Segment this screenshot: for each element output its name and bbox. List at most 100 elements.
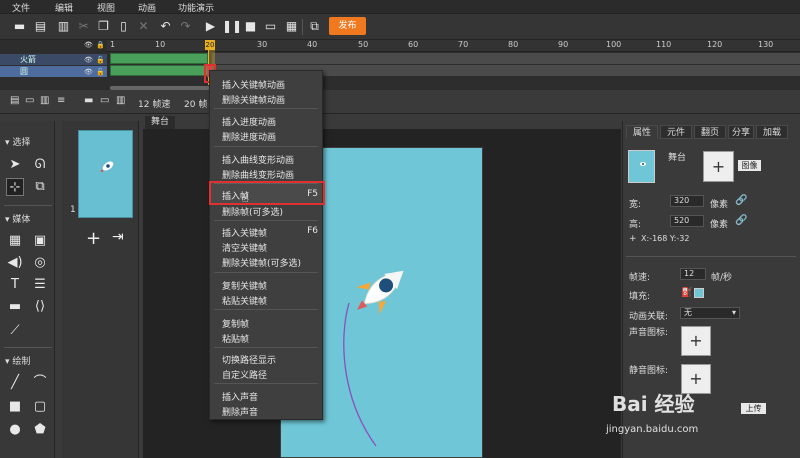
- save-icon[interactable]: ▥: [56, 19, 71, 34]
- export-icon[interactable]: ⧉: [307, 19, 322, 34]
- tab-pages[interactable]: 翻页: [694, 125, 726, 139]
- upload-button[interactable]: 上传: [741, 403, 766, 414]
- menu-item-insert-progress-anim[interactable]: 插入进度动画: [222, 115, 276, 128]
- sound-icon[interactable]: ◀): [6, 254, 24, 272]
- new-icon[interactable]: ▬: [12, 19, 27, 34]
- frame-track-rocket[interactable]: [110, 53, 208, 64]
- width-field[interactable]: 320: [670, 195, 704, 207]
- menu-item-insert-keyframe[interactable]: 插入关键帧: [222, 226, 267, 239]
- crop-icon[interactable]: ⧉: [31, 178, 49, 196]
- copy-icon[interactable]: ❐: [96, 19, 111, 34]
- pointer-icon[interactable]: ➤: [6, 156, 24, 174]
- lasso-icon[interactable]: ᘏ: [31, 156, 49, 174]
- redo-icon[interactable]: ↷: [178, 19, 193, 34]
- menu-item-delete-frame[interactable]: 删除帧(可多选): [222, 205, 283, 218]
- add-sound-icon-button[interactable]: +: [681, 326, 711, 356]
- menu-item-delete-keyframe-anim[interactable]: 删除关键帧动画: [222, 93, 285, 106]
- link-icon[interactable]: 🔗: [735, 195, 747, 206]
- image-icon[interactable]: ▣: [31, 232, 49, 250]
- empty-frames[interactable]: [212, 53, 800, 64]
- menu-item-delete-curve-anim[interactable]: 删除曲线变形动画: [222, 168, 294, 181]
- tab-properties[interactable]: 属性: [626, 125, 658, 139]
- menu-view[interactable]: 视图: [97, 1, 115, 14]
- trash-icon[interactable]: ▥: [40, 96, 50, 106]
- publish-button[interactable]: 发布: [329, 17, 366, 35]
- eye-icon[interactable]: 👁: [84, 67, 93, 78]
- polygon-icon[interactable]: ⬟: [31, 421, 49, 439]
- link-icon[interactable]: 🔗: [735, 215, 747, 226]
- undo-icon[interactable]: ↶: [158, 19, 173, 34]
- menu-item-insert-keyframe-anim[interactable]: 插入关键帧动画: [222, 78, 285, 91]
- transform-icon[interactable]: ⊹: [6, 178, 24, 196]
- menu-item-custom-path[interactable]: 自定义路径: [222, 368, 267, 381]
- circle-icon[interactable]: ●: [6, 421, 24, 439]
- video-icon[interactable]: ◎: [31, 254, 49, 272]
- frame-track-circle[interactable]: [110, 65, 208, 76]
- chart-icon[interactable]: ⟋: [6, 322, 24, 340]
- web-icon[interactable]: ▬: [6, 298, 24, 316]
- open-icon[interactable]: ▤: [33, 19, 48, 34]
- menu-item-copy-frame[interactable]: 复制帧: [222, 317, 249, 330]
- menu-item-toggle-path[interactable]: 切换路径显示: [222, 353, 276, 366]
- menu-item-delete-keyframe[interactable]: 删除关键帧(可多选): [222, 256, 301, 269]
- menu-file[interactable]: 文件: [12, 1, 30, 14]
- eye-icon[interactable]: 👁: [84, 55, 93, 66]
- import-scene-icon[interactable]: ⇥: [112, 229, 124, 245]
- add-scene-icon[interactable]: +: [86, 228, 101, 249]
- line-icon[interactable]: ╱: [6, 374, 24, 392]
- motion-path[interactable]: [343, 302, 377, 447]
- paste-icon[interactable]: ▯: [116, 19, 131, 34]
- preview-icon[interactable]: ▭: [263, 19, 278, 34]
- layer-row-rocket[interactable]: 火箭 👁 🔓: [0, 54, 107, 65]
- menu-animation[interactable]: 动画: [138, 1, 156, 14]
- rocket-icon[interactable]: [345, 257, 414, 323]
- stage-tab[interactable]: 舞台: [145, 116, 175, 129]
- scene-thumbnail[interactable]: [78, 130, 133, 218]
- document-icon[interactable]: ☰: [31, 276, 49, 294]
- rounded-rect-icon[interactable]: ▢: [31, 398, 49, 416]
- code-icon[interactable]: ⟨⟩: [31, 298, 49, 316]
- menu-item-clear-keyframe[interactable]: 清空关键帧: [222, 241, 267, 254]
- menu-item-insert-curve-anim[interactable]: 插入曲线变形动画: [222, 153, 294, 166]
- anim-link-select[interactable]: 无 ▾: [680, 307, 740, 319]
- tab-symbols[interactable]: 元件: [660, 125, 692, 139]
- pause-icon[interactable]: ❚❚: [222, 19, 242, 34]
- paint-bucket-icon[interactable]: ⛽: [681, 288, 692, 298]
- eye-icon[interactable]: 👁: [84, 41, 93, 49]
- play-icon[interactable]: ▶: [203, 19, 218, 34]
- onion-skin-icon[interactable]: ▭: [100, 96, 110, 106]
- menu-item-paste-keyframe[interactable]: 粘贴关键帧: [222, 294, 267, 307]
- frame-edit-icon[interactable]: ▥: [116, 96, 126, 106]
- menu-item-copy-keyframe[interactable]: 复制关键帧: [222, 279, 267, 292]
- stop-icon[interactable]: ■: [243, 19, 258, 34]
- menu-item-insert-sound[interactable]: 插入声音: [222, 390, 258, 403]
- curve-icon[interactable]: ⌒: [31, 374, 49, 392]
- fill-color-swatch[interactable]: [694, 288, 704, 298]
- menu-item-delete-sound[interactable]: 删除声音: [222, 405, 258, 418]
- add-layer-icon[interactable]: ▤: [10, 96, 20, 106]
- menu-edit[interactable]: 编辑: [55, 1, 73, 14]
- cut-icon[interactable]: ✂: [76, 19, 91, 34]
- menu-item-paste-frame[interactable]: 粘贴帧: [222, 332, 249, 345]
- lock-icon[interactable]: 🔓: [96, 55, 105, 66]
- menu-demo[interactable]: 功能演示: [178, 1, 214, 14]
- lock-icon[interactable]: 🔒: [96, 41, 105, 49]
- playhead-label[interactable]: 20: [205, 40, 215, 50]
- layer-options-icon[interactable]: ≡: [57, 96, 67, 106]
- add-folder-icon[interactable]: ▭: [25, 96, 35, 106]
- menu-item-delete-progress-anim[interactable]: 删除进度动画: [222, 130, 276, 143]
- add-image-button[interactable]: +: [703, 151, 734, 182]
- grid-icon[interactable]: ▦: [6, 232, 24, 250]
- image-button[interactable]: 图像: [738, 160, 761, 171]
- tab-loading[interactable]: 加载: [756, 125, 788, 139]
- text-icon[interactable]: T: [6, 276, 24, 294]
- tab-share[interactable]: 分享: [728, 125, 754, 139]
- frame-view-icon[interactable]: ▬: [84, 96, 94, 106]
- fps-field[interactable]: 12: [680, 268, 706, 280]
- layer-row-circle[interactable]: 圆 👁 🔓: [0, 66, 107, 77]
- delete-icon[interactable]: ✕: [136, 19, 151, 34]
- qrcode-icon[interactable]: ▦: [284, 19, 299, 34]
- height-field[interactable]: 520: [670, 215, 704, 227]
- lock-icon[interactable]: 🔓: [96, 67, 105, 78]
- rectangle-icon[interactable]: ■: [6, 398, 24, 416]
